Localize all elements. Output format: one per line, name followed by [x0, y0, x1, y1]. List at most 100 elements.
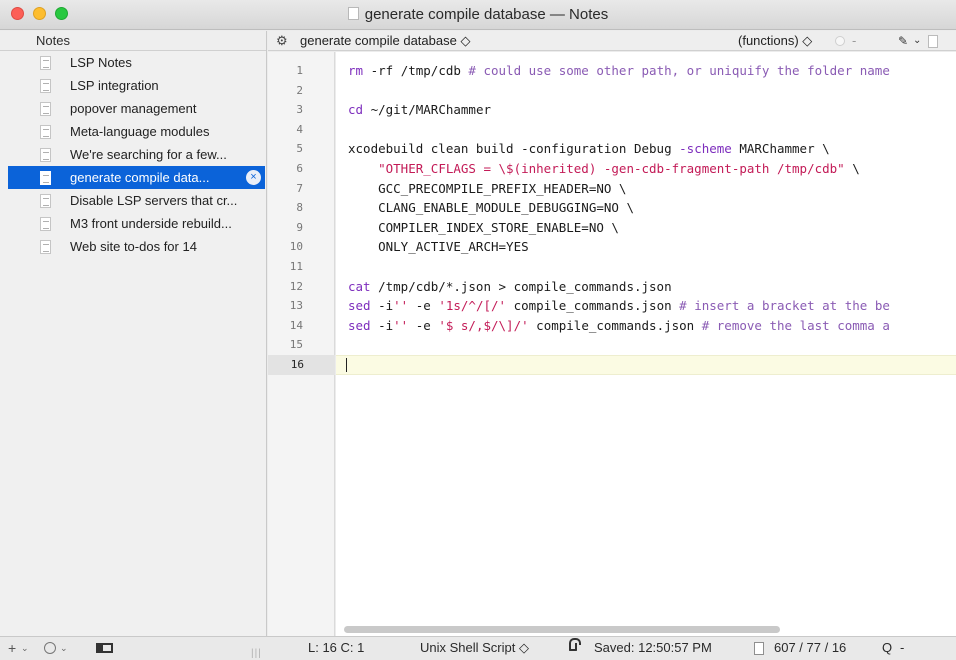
chevron-down-icon[interactable]: ⌄ [60, 637, 68, 659]
formatted-doc-icon [40, 56, 51, 70]
code-token: COMPILER_INDEX_STORE_ENABLE=NO \ [348, 219, 619, 235]
code-line[interactable] [348, 81, 956, 101]
code-line[interactable]: rm -rf /tmp/cdb # could use some other p… [348, 61, 956, 81]
code-line[interactable]: COMPILER_INDEX_STORE_ENABLE=NO \ [348, 218, 956, 238]
resize-grip[interactable]: ||| [251, 643, 262, 660]
code-token: -i [370, 317, 394, 333]
document-popup-menu[interactable]: generate compile database ◇ [300, 31, 470, 51]
line-number: 7 [296, 181, 303, 195]
code-token: GCC_PRECOMPILE_PREFIX_HEADER=NO \ [348, 180, 627, 196]
line-numbers: 1 2 3 4 5 6 7 8 9 10 11 12 13 14 15 16 [268, 61, 335, 375]
note-list-item[interactable]: Meta-language modules [8, 120, 265, 143]
line-number: 6 [296, 161, 303, 175]
gear-icon[interactable]: ⚙ [276, 31, 288, 51]
sidebar-toggle-icon[interactable] [96, 643, 113, 653]
formatted-doc-icon [40, 148, 51, 162]
code-line[interactable]: GCC_PRECOMPILE_PREFIX_HEADER=NO \ [348, 179, 956, 199]
line-number: 14 [289, 318, 303, 332]
title-bar: generate compile database — Notes [0, 0, 956, 30]
code-token: "OTHER_CFLAGS = \$(inherited) -gen-cdb-f… [378, 160, 845, 176]
document-icon [40, 125, 51, 139]
circle-icon[interactable] [835, 36, 845, 46]
code-line[interactable]: sed -i'' -e '1s/^/[/' compile_commands.j… [348, 296, 956, 316]
code-token: cat [348, 278, 371, 294]
code-token: ONLY_ACTIVE_ARCH=YES [348, 239, 529, 255]
clock-icon[interactable] [44, 642, 56, 654]
text-caret [346, 357, 347, 372]
note-list-item[interactable]: popover management [8, 97, 265, 120]
functions-popup-menu[interactable]: (functions) ◇ [738, 31, 812, 51]
code-token: '' [393, 317, 409, 333]
dash-label: - [852, 33, 857, 48]
search-dash[interactable]: - [900, 637, 904, 659]
document-icon [40, 79, 51, 93]
note-list-item[interactable]: M3 front underside rebuild... [8, 212, 265, 235]
pin-icon[interactable]: ✎ [898, 31, 908, 51]
code-token: \ [844, 160, 860, 176]
note-title: LSP Notes [70, 55, 132, 70]
note-list-item[interactable]: Disable LSP servers that cr... [8, 189, 265, 212]
window-title-text: generate compile database — Notes [364, 6, 609, 23]
code-line[interactable] [348, 335, 956, 355]
notes-window: generate compile database — Notes Notes … [0, 0, 956, 660]
document-icon [40, 217, 51, 231]
code-token: -scheme [679, 141, 732, 157]
document-icon [754, 642, 764, 655]
note-title: We're searching for a few... [70, 147, 227, 162]
code-line[interactable] [336, 354, 956, 375]
document-icon[interactable] [928, 35, 938, 48]
line-number: 12 [289, 279, 303, 293]
document-counts: 607 / 77 / 16 [774, 640, 847, 655]
code-line[interactable] [348, 257, 956, 277]
close-icon[interactable]: × [246, 170, 261, 185]
code-line[interactable]: CLANG_ENABLE_MODULE_DEBUGGING=NO \ [348, 198, 956, 218]
language-popup[interactable]: Unix Shell Script ◇ [420, 637, 529, 659]
code-token: cd [348, 102, 364, 118]
code-token: -e [408, 298, 439, 314]
code-token: '1s/^/[/' [438, 298, 507, 314]
lock-icon[interactable] [569, 638, 581, 651]
code-token: sed [348, 317, 371, 333]
chevron-down-icon[interactable]: ⌄ [21, 637, 29, 659]
search-icon[interactable]: Q [882, 637, 892, 659]
code-text[interactable]: rm -rf /tmp/cdb # could use some other p… [336, 61, 956, 375]
chevron-down-icon[interactable]: ⌄ [913, 31, 921, 51]
code-token: compile_commands.json [528, 317, 702, 333]
code-line[interactable]: "OTHER_CFLAGS = \$(inherited) -gen-cdb-f… [348, 159, 956, 179]
line-number: 16 [268, 354, 335, 375]
add-icon[interactable]: + [8, 637, 16, 659]
document-icon [40, 102, 51, 116]
horizontal-scrollbar[interactable] [344, 626, 780, 633]
line-number-gutter: 1 2 3 4 5 6 7 8 9 10 11 12 13 14 15 16 [268, 52, 335, 636]
code-token: # insert a bracket at the be [679, 298, 890, 314]
code-token: ~/git/MARChammer [363, 102, 491, 118]
code-token: # could use some other path, or uniquify… [468, 63, 890, 78]
document-icon [40, 171, 51, 185]
note-title: Meta-language modules [70, 124, 210, 139]
code-line[interactable]: cat /tmp/cdb/*.json > compile_commands.j… [348, 277, 956, 297]
line-number: 4 [296, 122, 303, 136]
code-line[interactable] [348, 120, 956, 140]
cursor-position[interactable]: L: 16 C: 1 [308, 637, 364, 659]
status-bar: + ⌄ ⌄ ||| L: 16 C: 1 Unix Shell Script ◇… [0, 636, 956, 660]
code-line[interactable]: ONLY_ACTIVE_ARCH=YES [348, 237, 956, 257]
note-list-item[interactable]: generate compile data... × [8, 166, 265, 189]
note-list-item[interactable]: Web site to-dos for 14 [8, 235, 265, 258]
line-number: 2 [296, 83, 303, 97]
code-line[interactable]: cd ~/git/MARChammer [348, 100, 956, 120]
code-line[interactable]: sed -i'' -e '$ s/,$/\]/' compile_command… [348, 316, 956, 336]
note-list-item[interactable]: We're searching for a few... [8, 143, 265, 166]
line-number: 9 [296, 220, 303, 234]
code-token: -i [370, 298, 394, 314]
note-list-item[interactable]: LSP Notes [8, 51, 265, 74]
code-token: -e [408, 317, 439, 333]
code-token: '$ s/,$/\]/' [438, 317, 529, 333]
code-line[interactable]: xcodebuild clean build -configuration De… [348, 139, 956, 159]
note-list-item[interactable]: LSP integration [8, 74, 265, 97]
code-token: -rf /tmp/cdb [363, 63, 469, 78]
window-title: generate compile database — Notes [0, 6, 956, 23]
code-token: MARChammer \ [731, 141, 830, 157]
line-number: 8 [296, 201, 303, 215]
code-editor[interactable]: rm -rf /tmp/cdb # could use some other p… [336, 52, 956, 636]
